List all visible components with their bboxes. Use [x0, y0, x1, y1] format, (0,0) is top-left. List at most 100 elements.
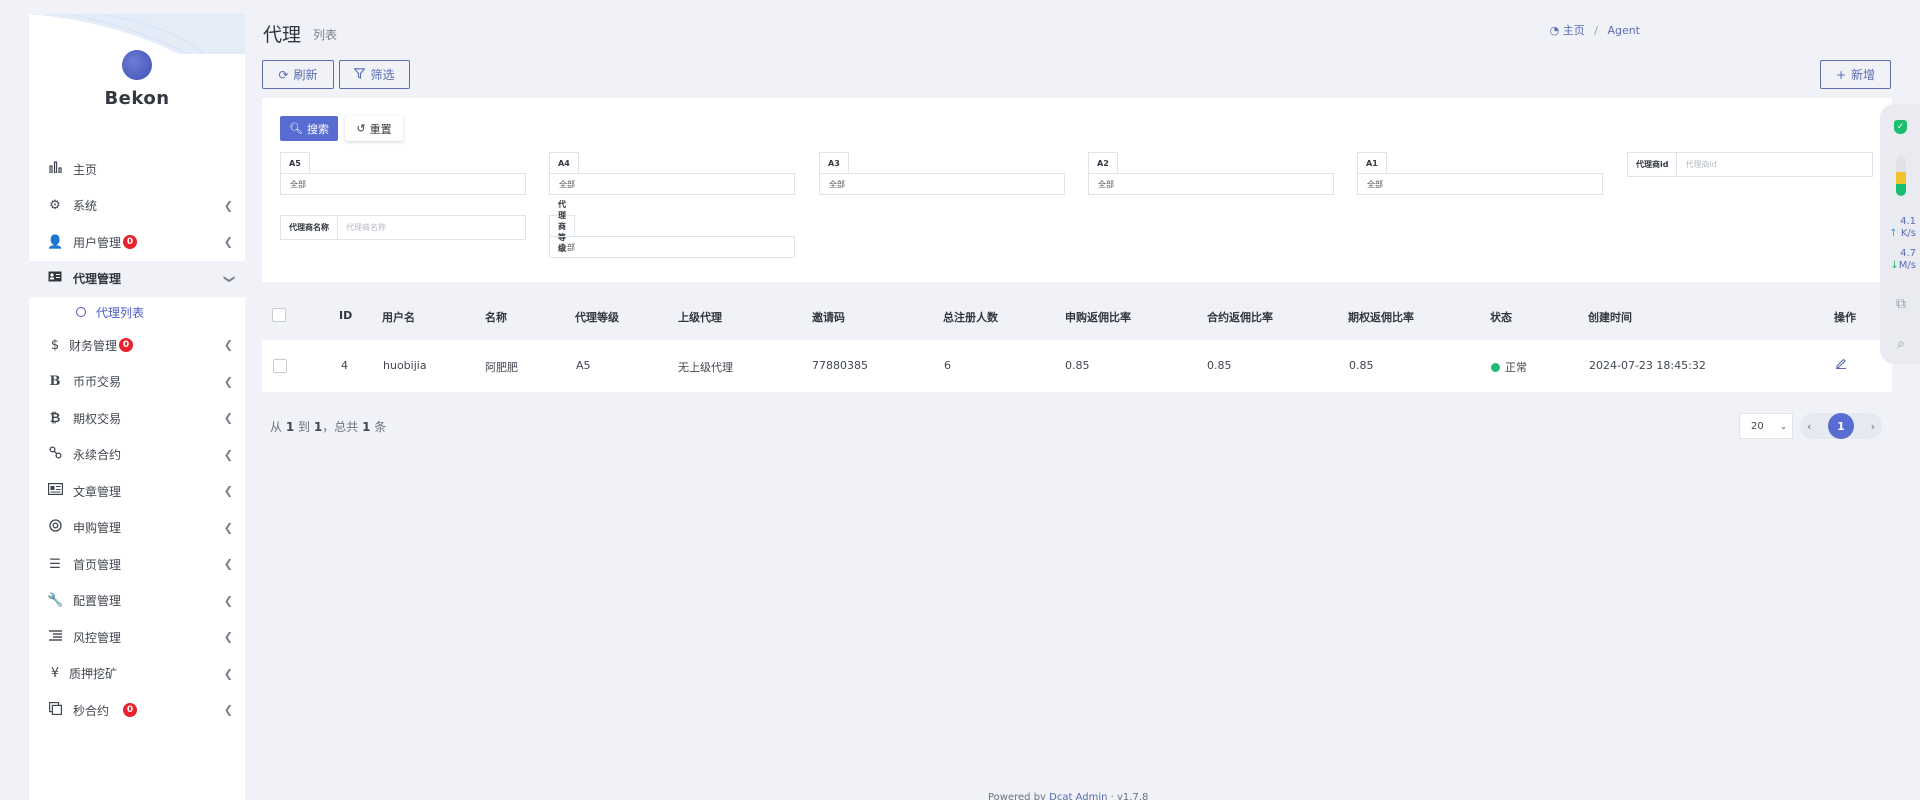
a4-select[interactable]: 全部 — [549, 173, 795, 195]
sidebar-item-articles[interactable]: 文章管理 ❮ — [29, 473, 245, 510]
list-icon: ☰ — [49, 556, 61, 572]
prev-page-icon[interactable]: ‹ — [1807, 420, 1811, 433]
row-checkbox[interactable] — [273, 359, 287, 373]
upload-speed: 4.1 ↑ K/s — [1886, 216, 1916, 240]
sidebar-item-spot-trading[interactable]: B 币币交易 ❮ — [29, 364, 245, 401]
sidebar-item-options[interactable]: ₿ 期权交易 ❮ — [29, 400, 245, 437]
search-button[interactable]: 🔍︎ 搜索 — [280, 116, 338, 141]
a5-select[interactable]: 全部 — [280, 173, 526, 195]
header-username[interactable]: 用户名 — [382, 309, 415, 325]
chevron-left-icon: ❮ — [223, 703, 233, 717]
header-parent: 上级代理 — [678, 311, 722, 324]
cell-created: 2024-07-23 18:45:32 — [1589, 359, 1706, 372]
lifebuoy-icon — [47, 519, 63, 536]
agent-name-input[interactable]: 代理商名称 — [338, 216, 386, 239]
a2-select[interactable]: 全部 — [1088, 173, 1334, 195]
sidebar-item-homepage[interactable]: ☰ 首页管理 ❮ — [29, 546, 245, 583]
filter-agent-name: 代理商名称 代理商名称 — [280, 215, 526, 240]
chevron-left-icon: ❮ — [223, 484, 233, 498]
chevron-left-icon: ❮ — [223, 667, 233, 681]
header-option-rate: 期权返佣比率 — [1348, 311, 1414, 324]
download-speed-value: 4.7 — [1900, 248, 1916, 259]
bar-chart-icon — [47, 161, 63, 177]
summary-from: 1 — [285, 420, 295, 434]
sidebar-subitem-agent-list[interactable]: 代理列表 — [29, 297, 245, 327]
sidebar-item-subscription[interactable]: 申购管理 ❮ — [29, 510, 245, 547]
chevron-left-icon: ❮ — [223, 630, 233, 644]
id-card-icon — [47, 271, 63, 286]
reset-button[interactable]: ↺ 重置 — [345, 116, 403, 141]
sidebar-item-perpetual[interactable]: 永续合约 ❮ — [29, 437, 245, 474]
sidebar-item-label: 秒合约 — [73, 703, 110, 718]
summary-to-word: 到 — [298, 420, 311, 434]
filter-icon — [353, 67, 367, 82]
header-subscribe-rate: 申购返佣比率 — [1065, 311, 1131, 324]
arrow-up-icon: ↑ — [1889, 228, 1898, 239]
plus-icon: + — [1835, 67, 1847, 82]
chevron-left-icon: ❮ — [223, 557, 233, 571]
filter-agent-id: 代理商id 代理商id — [1627, 152, 1873, 177]
footer-link[interactable]: Dcat Admin — [1049, 792, 1107, 800]
sidebar-item-second-contract[interactable]: 秒合约 0 ❮ — [29, 692, 245, 729]
sidebar-item-staking[interactable]: ¥ 质押挖矿 ❮ — [29, 656, 245, 693]
filter-button[interactable]: 筛选 — [339, 60, 410, 89]
sidebar-item-users[interactable]: 👤 用户管理 0 ❮ — [29, 224, 245, 261]
pagination: ‹ 1 › — [1800, 413, 1882, 439]
upload-speed-unit: K/s — [1900, 228, 1916, 239]
summary-total-suffix: 条 — [374, 420, 387, 434]
sidebar-item-config[interactable]: 🔧 配置管理 ❮ — [29, 583, 245, 620]
page-subtitle: 列表 — [313, 28, 338, 42]
filter-label: A2 — [1088, 152, 1118, 173]
sidebar-item-label: 系统 — [73, 199, 98, 214]
circle-icon — [76, 307, 86, 317]
header-name: 名称 — [485, 311, 507, 324]
table-row: 4 huobijia 阿肥肥 A5 无上级代理 77880385 6 0.85 … — [262, 340, 1892, 392]
agent-id-input[interactable]: 代理商id — [1677, 153, 1716, 176]
sidebar-item-label: 用户管理 — [73, 235, 122, 250]
screenshot-icon[interactable]: ⧉ — [1892, 296, 1910, 314]
a3-select[interactable]: 全部 — [819, 173, 1065, 195]
cell-parent: 无上级代理 — [678, 361, 733, 374]
breadcrumb-home[interactable]: 主页 — [1563, 24, 1585, 37]
table-header: ID 用户名 名称 代理等级 上级代理 邀请码 总注册人数 申购返佣比率 合约返… — [262, 290, 1892, 340]
refresh-button[interactable]: ⟳ 刷新 — [262, 60, 334, 89]
pagination-summary: 从 1 到 1，总共 1 条 — [270, 418, 386, 435]
chevron-left-icon: ❮ — [223, 521, 233, 535]
brand-logo[interactable]: Bekon — [29, 50, 245, 109]
refresh-label: 刷新 — [293, 68, 318, 82]
status-bar — [1896, 156, 1906, 196]
header-invite: 邀请码 — [812, 311, 845, 324]
chevron-left-icon: ❮ — [223, 338, 233, 352]
summary-prefix: 从 — [270, 420, 283, 434]
cell-option-rate: 0.85 — [1349, 359, 1374, 372]
breadcrumb-current: Agent — [1607, 24, 1640, 37]
filter-label: A4 — [549, 152, 579, 173]
shield-check-icon[interactable]: ✓ — [1894, 120, 1907, 134]
select-all-checkbox[interactable] — [272, 308, 286, 322]
user-icon: 👤 — [47, 234, 64, 250]
cell-id: 4 — [341, 359, 348, 372]
download-speed-unit: M/s — [1898, 260, 1916, 271]
next-page-icon[interactable]: › — [1871, 420, 1875, 433]
agent-level-select[interactable]: 全部 — [549, 236, 795, 258]
sidebar-item-home[interactable]: 主页 — [29, 151, 245, 188]
edit-icon[interactable] — [1835, 357, 1847, 372]
search-icon[interactable]: ⌕ — [1892, 336, 1910, 354]
sidebar-item-risk-control[interactable]: 风控管理 ❮ — [29, 619, 245, 656]
header-action: 操作 — [1834, 311, 1856, 324]
sidebar-item-system[interactable]: ⚙ 系统 ❮ — [29, 188, 245, 225]
cell-status: 正常 — [1491, 359, 1527, 375]
yen-icon: ¥ — [50, 666, 60, 682]
sidebar-item-agents[interactable]: 代理管理 ❮ — [29, 260, 245, 297]
add-button[interactable]: + 新增 — [1820, 60, 1891, 89]
current-page[interactable]: 1 — [1828, 413, 1854, 439]
cell-level: A5 — [576, 359, 591, 372]
summary-to: 1 — [313, 420, 323, 434]
sidebar-item-finance[interactable]: $ 财务管理 0 ❮ — [29, 327, 245, 364]
header-created: 创建时间 — [1588, 311, 1632, 324]
filter-label: A1 — [1357, 152, 1387, 173]
per-page-value: 20 — [1751, 420, 1764, 432]
a1-select[interactable]: 全部 — [1357, 173, 1603, 195]
footer-text: Powered by — [988, 792, 1046, 800]
per-page-select[interactable]: 20 ⌄ — [1739, 413, 1793, 439]
